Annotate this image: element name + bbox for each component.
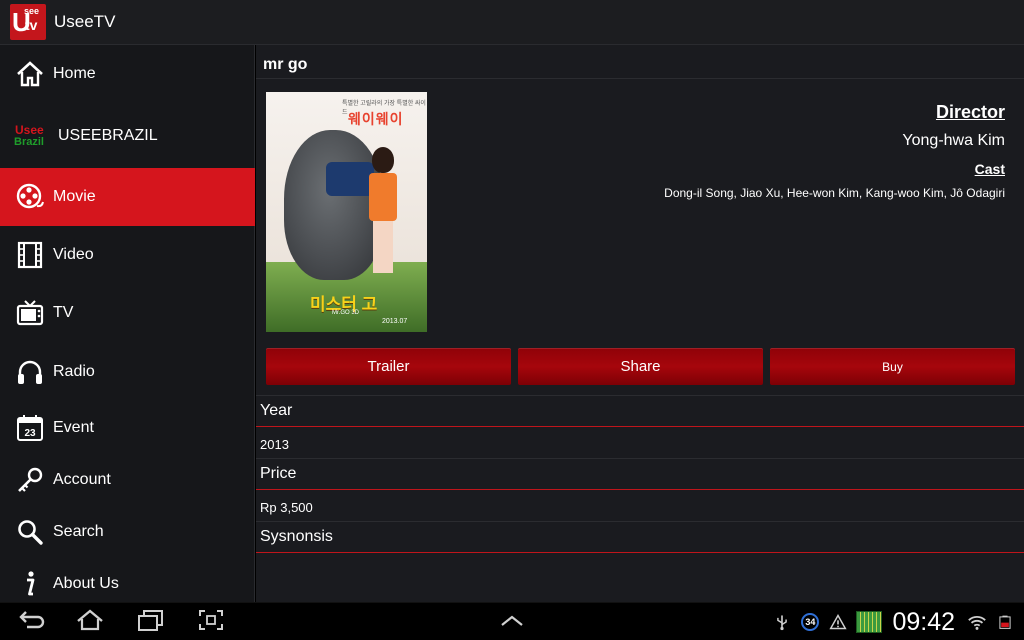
recent-apps-button[interactable] [132,609,168,635]
system-bar: 34 09:42 [0,602,1024,640]
usee-brazil-logo: Usee Brazil [14,121,52,151]
director-label: Director [935,102,1005,122]
home-nav-icon [75,608,105,637]
poster-girl [366,147,400,277]
price-value: Rp 3,500 [260,500,313,515]
poster-subtitle: Mr.GO 3D [332,310,360,316]
search-icon [14,516,46,548]
poster-girl-body [369,173,397,221]
calendar-icon: 23 [14,412,46,444]
poster-girl-head [372,147,394,173]
key-icon [14,464,46,496]
price-label: Price [256,458,1024,490]
calendar-day: 23 [24,428,36,439]
logo-see: see [24,6,40,16]
film-strip-icon [14,239,46,271]
trailer-button[interactable]: Trailer [266,348,511,385]
battery-icon [994,611,1016,633]
sidebar-item-event[interactable]: 23 Event [0,402,255,454]
sidebar-item-useebrazil[interactable]: Usee Brazil USEEBRAZIL [0,103,255,168]
clock: 09:42 [892,607,955,636]
header-divider [256,78,1024,79]
sidebar-item-label: Radio [53,363,95,380]
sidebar-item-label: Home [53,65,96,82]
movie-title: mr go [263,56,308,73]
sidebar-item-label: TV [53,304,74,321]
expand-button[interactable] [494,609,530,635]
action-bar: U see tv UseeTV [0,0,1024,45]
sidebar-item-label: Event [53,419,94,436]
recent-apps-icon [135,608,165,637]
sidebar-item-video[interactable]: Video [0,226,255,284]
sidebar-item-search[interactable]: Search [0,506,255,558]
notification-badge: 34 [799,611,821,633]
usb-icon [771,611,793,633]
wifi-icon [966,611,988,633]
back-icon [17,608,47,637]
sidebar: Home Usee Brazil USEEBRAZIL Movie Video … [0,45,255,602]
usee-brazil-logo-line2: Brazil [14,135,44,148]
year-label: Year [256,395,1024,427]
back-button[interactable] [14,609,50,635]
director-name: Yong-hwa Kim [902,132,1005,149]
usee-tv-logo[interactable]: U see tv [10,4,46,40]
logo-tv: tv [25,17,38,33]
sidebar-item-label: Search [53,523,104,540]
cast-label: Cast [974,161,1005,177]
info-icon [14,568,46,600]
poster-date: 2013.07 [382,318,408,325]
year-value: 2013 [260,437,289,452]
sidebar-item-movie[interactable]: Movie [0,168,255,226]
screenshot-icon [196,608,226,637]
sidebar-item-radio[interactable]: Radio [0,342,255,402]
sidebar-item-tv[interactable]: TV [0,284,255,342]
share-button[interactable]: Share [518,348,763,385]
warning-icon [827,611,849,633]
sidebar-item-label: Video [53,246,94,263]
synopsis-label: Sysnonsis [256,521,1024,553]
tv-icon [14,297,46,329]
notification-count: 34 [801,613,820,631]
sidebar-item-home[interactable]: Home [0,45,255,103]
sidebar-item-account[interactable]: Account [0,454,255,506]
home-button[interactable] [72,608,108,637]
buy-button[interactable]: Buy [770,348,1015,385]
poster-girl-legs [373,221,393,273]
sidebar-item-label: Account [53,471,111,488]
status-area[interactable]: 34 09:42 [768,603,1024,640]
film-reel-icon [14,181,46,213]
headphones-icon [14,356,46,388]
app-grid-icon [855,611,883,633]
movie-poster[interactable]: 특별한 고릴라의 가장 특별한 싸이드 웨이웨이 미스터 고 Mr.GO 3D … [266,92,427,332]
poster-top-text: 웨이웨이 [348,111,404,127]
sidebar-item-label: Movie [53,188,96,205]
movie-detail-panel: mr go 특별한 고릴라의 가장 특별한 싸이드 웨이웨이 미스터 고 Mr.… [256,45,1024,602]
home-icon [14,58,46,90]
cast-names: Dong-il Song, Jiao Xu, Hee-won Kim, Kang… [664,186,1005,200]
sidebar-item-label: USEEBRAZIL [58,126,158,144]
grid-icon [856,611,883,633]
chevron-up-icon [497,608,527,637]
usee-brazil-logo-line1: Usee [15,122,44,137]
screenshot-button[interactable] [193,609,229,635]
sidebar-item-label: About Us [53,575,119,592]
app-title: UseeTV [54,12,116,31]
